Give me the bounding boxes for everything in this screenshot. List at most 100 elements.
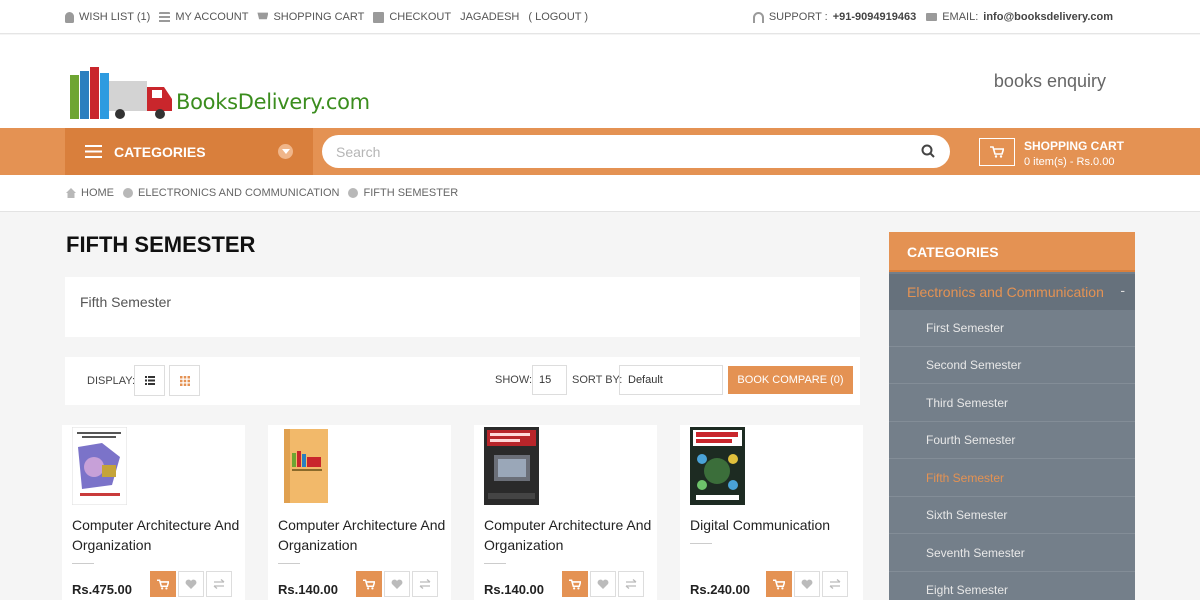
sidebar-item-first-semester[interactable]: First Semester bbox=[889, 310, 1135, 347]
email-info: EMAIL: info@booksdelivery.com bbox=[926, 11, 1113, 23]
sort-by-select[interactable]: Default bbox=[619, 365, 723, 395]
add-to-cart-button[interactable] bbox=[356, 571, 382, 597]
user-name[interactable]: JAGADESH bbox=[460, 11, 519, 23]
product-card[interactable]: Computer Architecture And Organization R… bbox=[268, 425, 451, 600]
add-to-wishlist-button[interactable] bbox=[794, 571, 820, 597]
description-text: Fifth Semester bbox=[80, 294, 172, 310]
cart-icon bbox=[990, 146, 1004, 158]
cart-icon bbox=[363, 578, 375, 589]
main-nav: CATEGORIES SHOPPING CART 0 item(s) - Rs.… bbox=[0, 128, 1200, 175]
cart-icon bbox=[157, 578, 169, 589]
logout-link[interactable]: ( LOGOUT ) bbox=[528, 11, 588, 23]
books-enquiry-link[interactable]: books enquiry bbox=[994, 71, 1106, 92]
compare-icon bbox=[625, 579, 637, 589]
compare-icon bbox=[419, 579, 431, 589]
cart-summary: 0 item(s) - Rs.0.00 bbox=[1024, 156, 1115, 168]
book-compare-button[interactable]: BOOK COMPARE (0) bbox=[728, 366, 853, 394]
product-image[interactable] bbox=[72, 427, 127, 505]
wishlist-label: WISH LIST (1) bbox=[79, 11, 151, 23]
sidebar-parent-label: Electronics and Communication bbox=[907, 284, 1104, 300]
home-icon bbox=[66, 188, 76, 198]
compare-icon bbox=[213, 579, 225, 589]
support-phone: +91-9094919463 bbox=[832, 11, 917, 23]
add-to-cart-button[interactable] bbox=[766, 571, 792, 597]
list-view-button[interactable] bbox=[134, 365, 165, 396]
cart-icon bbox=[569, 578, 581, 589]
product-price: Rs.240.00 bbox=[690, 582, 750, 597]
breadcrumb-home[interactable]: HOME bbox=[66, 187, 114, 199]
top-links: WISH LIST (1) MY ACCOUNT SHOPPING CART C… bbox=[65, 11, 588, 23]
sidebar-item-fifth-semester[interactable]: Fifth Semester bbox=[889, 460, 1135, 497]
contact-info: SUPPORT : +91-9094919463 EMAIL: info@boo… bbox=[752, 11, 1113, 23]
product-price: Rs.140.00 bbox=[278, 582, 338, 597]
collapse-toggle[interactable]: - bbox=[1120, 282, 1125, 298]
add-to-wishlist-button[interactable] bbox=[384, 571, 410, 597]
show-count-select[interactable]: 15 bbox=[532, 365, 567, 395]
cart-icon bbox=[257, 12, 269, 20]
breadcrumb-label: ELECTRONICS AND COMMUNICATION bbox=[138, 187, 340, 199]
product-name[interactable]: Computer Architecture And Organization bbox=[72, 515, 240, 555]
product-name[interactable]: Computer Architecture And Organization bbox=[278, 515, 446, 555]
search-icon[interactable] bbox=[921, 144, 935, 158]
heart-icon bbox=[185, 579, 197, 589]
sidebar-item-sixth-semester[interactable]: Sixth Semester bbox=[889, 497, 1135, 534]
product-image[interactable] bbox=[690, 427, 745, 505]
heart-icon bbox=[597, 579, 609, 589]
product-image[interactable] bbox=[278, 427, 333, 505]
divider bbox=[690, 543, 712, 544]
sidebar-item-seventh-semester[interactable]: Seventh Semester bbox=[889, 535, 1135, 572]
header-cart-button[interactable] bbox=[979, 138, 1015, 166]
product-name[interactable]: Computer Architecture And Organization bbox=[484, 515, 652, 555]
list-view-icon bbox=[144, 376, 155, 385]
breadcrumb-electronics[interactable]: ELECTRONICS AND COMMUNICATION bbox=[123, 187, 339, 199]
search-input[interactable] bbox=[322, 135, 950, 168]
product-price: Rs.475.00 bbox=[72, 582, 132, 597]
sidebar-item-third-semester[interactable]: Third Semester bbox=[889, 385, 1135, 422]
email-address[interactable]: info@booksdelivery.com bbox=[983, 11, 1113, 23]
menu-icon bbox=[85, 145, 102, 158]
add-to-compare-button[interactable] bbox=[822, 571, 848, 597]
shopping-cart-label: SHOPPING CART bbox=[273, 11, 365, 23]
support-info: SUPPORT : +91-9094919463 bbox=[752, 11, 917, 23]
show-label: SHOW: bbox=[495, 374, 533, 386]
email-label: EMAIL: bbox=[942, 11, 979, 23]
sidebar-item-fourth-semester[interactable]: Fourth Semester bbox=[889, 422, 1135, 459]
product-card[interactable]: Computer Architecture And Organization R… bbox=[62, 425, 245, 600]
cart-title[interactable]: SHOPPING CART bbox=[1024, 139, 1124, 153]
heart-icon bbox=[391, 579, 403, 589]
checkout-link[interactable]: CHECKOUT bbox=[373, 11, 451, 23]
sidebar-item-electronics-and-communication[interactable]: Electronics and Communication - bbox=[889, 274, 1135, 310]
add-to-compare-button[interactable] bbox=[618, 571, 644, 597]
product-card[interactable]: Digital Communication Rs.240.00 bbox=[680, 425, 863, 600]
product-image[interactable] bbox=[484, 427, 539, 505]
compare-icon bbox=[829, 579, 841, 589]
page-title: FIFTH SEMESTER bbox=[66, 232, 256, 257]
my-account-link[interactable]: MY ACCOUNT bbox=[159, 11, 248, 23]
chevron-right-icon bbox=[348, 188, 359, 198]
wishlist-link[interactable]: WISH LIST (1) bbox=[65, 11, 150, 23]
product-card[interactable]: Computer Architecture And Organization R… bbox=[474, 425, 657, 600]
chevron-right-icon bbox=[123, 188, 133, 198]
grid-view-button[interactable] bbox=[169, 365, 200, 396]
site-header: BooksDelivery.com books enquiry bbox=[0, 35, 1200, 128]
sidebar-item-eight-semester[interactable]: Eight Semester bbox=[889, 572, 1135, 600]
breadcrumb-label: HOME bbox=[81, 187, 114, 199]
add-to-cart-button[interactable] bbox=[562, 571, 588, 597]
add-to-compare-button[interactable] bbox=[206, 571, 232, 597]
add-to-cart-button[interactable] bbox=[150, 571, 176, 597]
add-to-wishlist-button[interactable] bbox=[590, 571, 616, 597]
logo-text: BooksDelivery.com bbox=[176, 90, 370, 114]
product-name[interactable]: Digital Communication bbox=[690, 515, 858, 535]
divider bbox=[484, 563, 506, 564]
breadcrumb-fifth-semester[interactable]: FIFTH SEMESTER bbox=[348, 187, 458, 199]
categories-menu-button[interactable]: CATEGORIES bbox=[65, 128, 313, 175]
grid-view-icon bbox=[179, 375, 190, 386]
divider bbox=[278, 563, 300, 564]
shopping-cart-link[interactable]: SHOPPING CART bbox=[257, 11, 364, 23]
logo-truck-icon bbox=[70, 67, 172, 119]
add-to-compare-button[interactable] bbox=[412, 571, 438, 597]
checkout-label: CHECKOUT bbox=[389, 11, 452, 23]
add-to-wishlist-button[interactable] bbox=[178, 571, 204, 597]
sidebar-item-second-semester[interactable]: Second Semester bbox=[889, 347, 1135, 384]
site-logo[interactable]: BooksDelivery.com bbox=[68, 65, 370, 123]
